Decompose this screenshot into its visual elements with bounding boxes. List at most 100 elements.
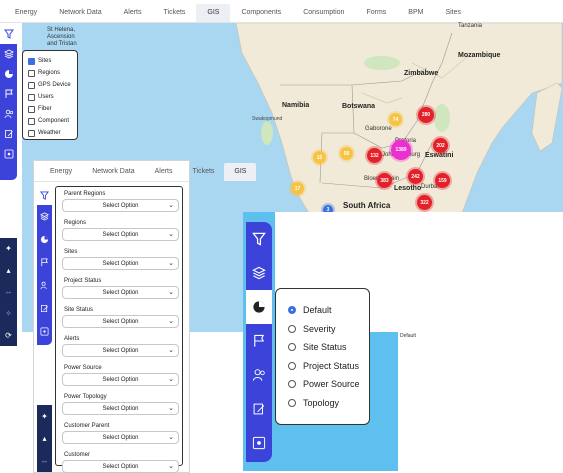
network-icon[interactable] [0,144,17,164]
filter-icon[interactable] [246,222,272,256]
tab-tickets[interactable]: Tickets [183,163,225,181]
map-cluster[interactable]: 17 [291,182,304,195]
tab-sites[interactable]: Sites [434,4,472,22]
layer-checkbox[interactable] [28,93,35,101]
radio-button[interactable] [288,380,296,389]
filter-select[interactable]: Select Option ⌄ [62,286,179,299]
radio-button[interactable] [288,324,296,333]
legend-rail [246,222,272,462]
filter-select[interactable]: Select Option ⌄ [62,228,179,241]
map-cluster[interactable]: 74 [389,113,402,126]
users-icon[interactable] [0,104,17,124]
legend-option[interactable]: Project Status [288,357,369,376]
pie-chart-icon[interactable] [246,290,272,324]
filter-select[interactable]: Select Option ⌄ [62,199,179,212]
filter-icon[interactable] [37,185,52,205]
radio-button[interactable] [288,361,296,370]
arrows-icon[interactable]: ↔ [41,456,49,465]
legend-option[interactable]: Default [288,301,369,320]
layer-checkbox[interactable] [28,81,35,89]
map-cluster[interactable]: 132 [367,148,382,163]
layer-item[interactable]: GPS Device [28,79,77,91]
map-cluster[interactable]: 1389 [391,140,411,160]
map-cluster[interactable]: 202 [433,138,448,153]
network-icon[interactable] [246,426,272,460]
tab-network-data[interactable]: Network Data [82,163,144,181]
edit-doc-icon[interactable] [37,297,52,320]
tab-gis[interactable]: GIS [196,4,231,22]
layer-item[interactable]: Weather [28,127,77,139]
edit-doc-icon[interactable] [0,124,17,144]
layer-checkbox[interactable] [28,117,35,125]
layer-label: Sites [38,58,52,64]
tab-gis[interactable]: GIS [224,163,257,181]
map-cluster[interactable]: 322 [417,195,432,210]
satellite-icon[interactable]: ✦ [5,244,12,253]
layer-label: Regions [38,70,61,76]
map-cluster[interactable]: 242 [408,169,423,184]
layer-item[interactable]: Fiber [28,103,77,115]
layer-checkbox[interactable] [28,57,35,65]
legend-option[interactable]: Severity [288,320,369,339]
users-icon[interactable] [37,274,52,297]
flag-icon[interactable] [37,251,52,274]
filter-select[interactable]: Select Option ⌄ [62,373,179,386]
tab-alerts[interactable]: Alerts [113,4,153,22]
tab-tickets[interactable]: Tickets [153,4,197,22]
map-cluster[interactable]: 159 [435,173,450,188]
tab-network-data[interactable]: Network Data [48,4,112,22]
tab-components[interactable]: Components [230,4,292,22]
tab-energy[interactable]: Energy [4,4,48,22]
layer-item[interactable]: Users [28,91,77,103]
filter-select[interactable]: Select Option ⌄ [62,344,179,357]
tab-energy[interactable]: Energy [40,163,82,181]
tab-alerts[interactable]: Alerts [145,163,183,181]
filter-select[interactable]: Select Option ⌄ [62,315,179,328]
refresh-icon[interactable]: ⟳ [5,331,12,340]
layer-item[interactable]: Component [28,115,77,127]
map-label-tanzania: Tanzania [458,23,483,29]
layer-checkbox[interactable] [28,129,35,137]
radio-button[interactable] [288,306,296,315]
legend-option-label: Topology [303,397,340,408]
layer-item[interactable]: Regions [28,67,77,79]
filter-select[interactable]: Select Option ⌄ [62,431,179,444]
legend-option[interactable]: Site Status [288,338,369,357]
filter-group: Project Status Select Option ⌄ [56,276,182,299]
filter-select[interactable]: Select Option ⌄ [62,402,179,415]
pie-chart-icon[interactable] [0,64,17,84]
legend-option[interactable]: Power Source [288,375,369,394]
layers-icon[interactable] [0,44,17,64]
tab-forms[interactable]: Forms [355,4,397,22]
filter-icon[interactable] [0,24,17,44]
map-label-botswana: Botswana [342,103,376,110]
nodes-icon[interactable]: ✧ [5,309,12,318]
radio-button[interactable] [288,343,296,352]
map-cluster[interactable]: 15 [313,151,326,164]
map-cluster[interactable]: 50 [340,147,353,160]
layer-checkbox[interactable] [28,105,35,113]
filter-select[interactable]: Select Option ⌄ [62,460,179,473]
antenna-icon[interactable]: ▴ [6,266,10,275]
layer-item[interactable]: Sites [28,55,77,67]
layers-icon[interactable] [246,256,272,290]
arrows-icon[interactable]: ↔ [5,287,13,296]
filter-select[interactable]: Select Option ⌄ [62,257,179,270]
users-icon[interactable] [246,358,272,392]
tab-bpm[interactable]: BPM [397,4,434,22]
layer-checkbox[interactable] [28,69,35,77]
legend-option[interactable]: Topology [288,394,369,413]
edit-doc-icon[interactable] [246,392,272,426]
satellite-icon[interactable]: ✦ [41,412,48,421]
layer-label: GPS Device [38,82,71,88]
flag-icon[interactable] [246,324,272,358]
map-cluster[interactable]: 280 [418,107,434,123]
layers-icon[interactable] [37,205,52,228]
antenna-icon[interactable]: ▴ [42,434,46,443]
map-cluster[interactable]: 383 [377,173,392,188]
flag-icon[interactable] [0,84,17,104]
network-icon[interactable] [37,320,52,343]
radio-button[interactable] [288,398,296,407]
pie-chart-icon[interactable] [37,228,52,251]
tab-consumption[interactable]: Consumption [292,4,355,22]
